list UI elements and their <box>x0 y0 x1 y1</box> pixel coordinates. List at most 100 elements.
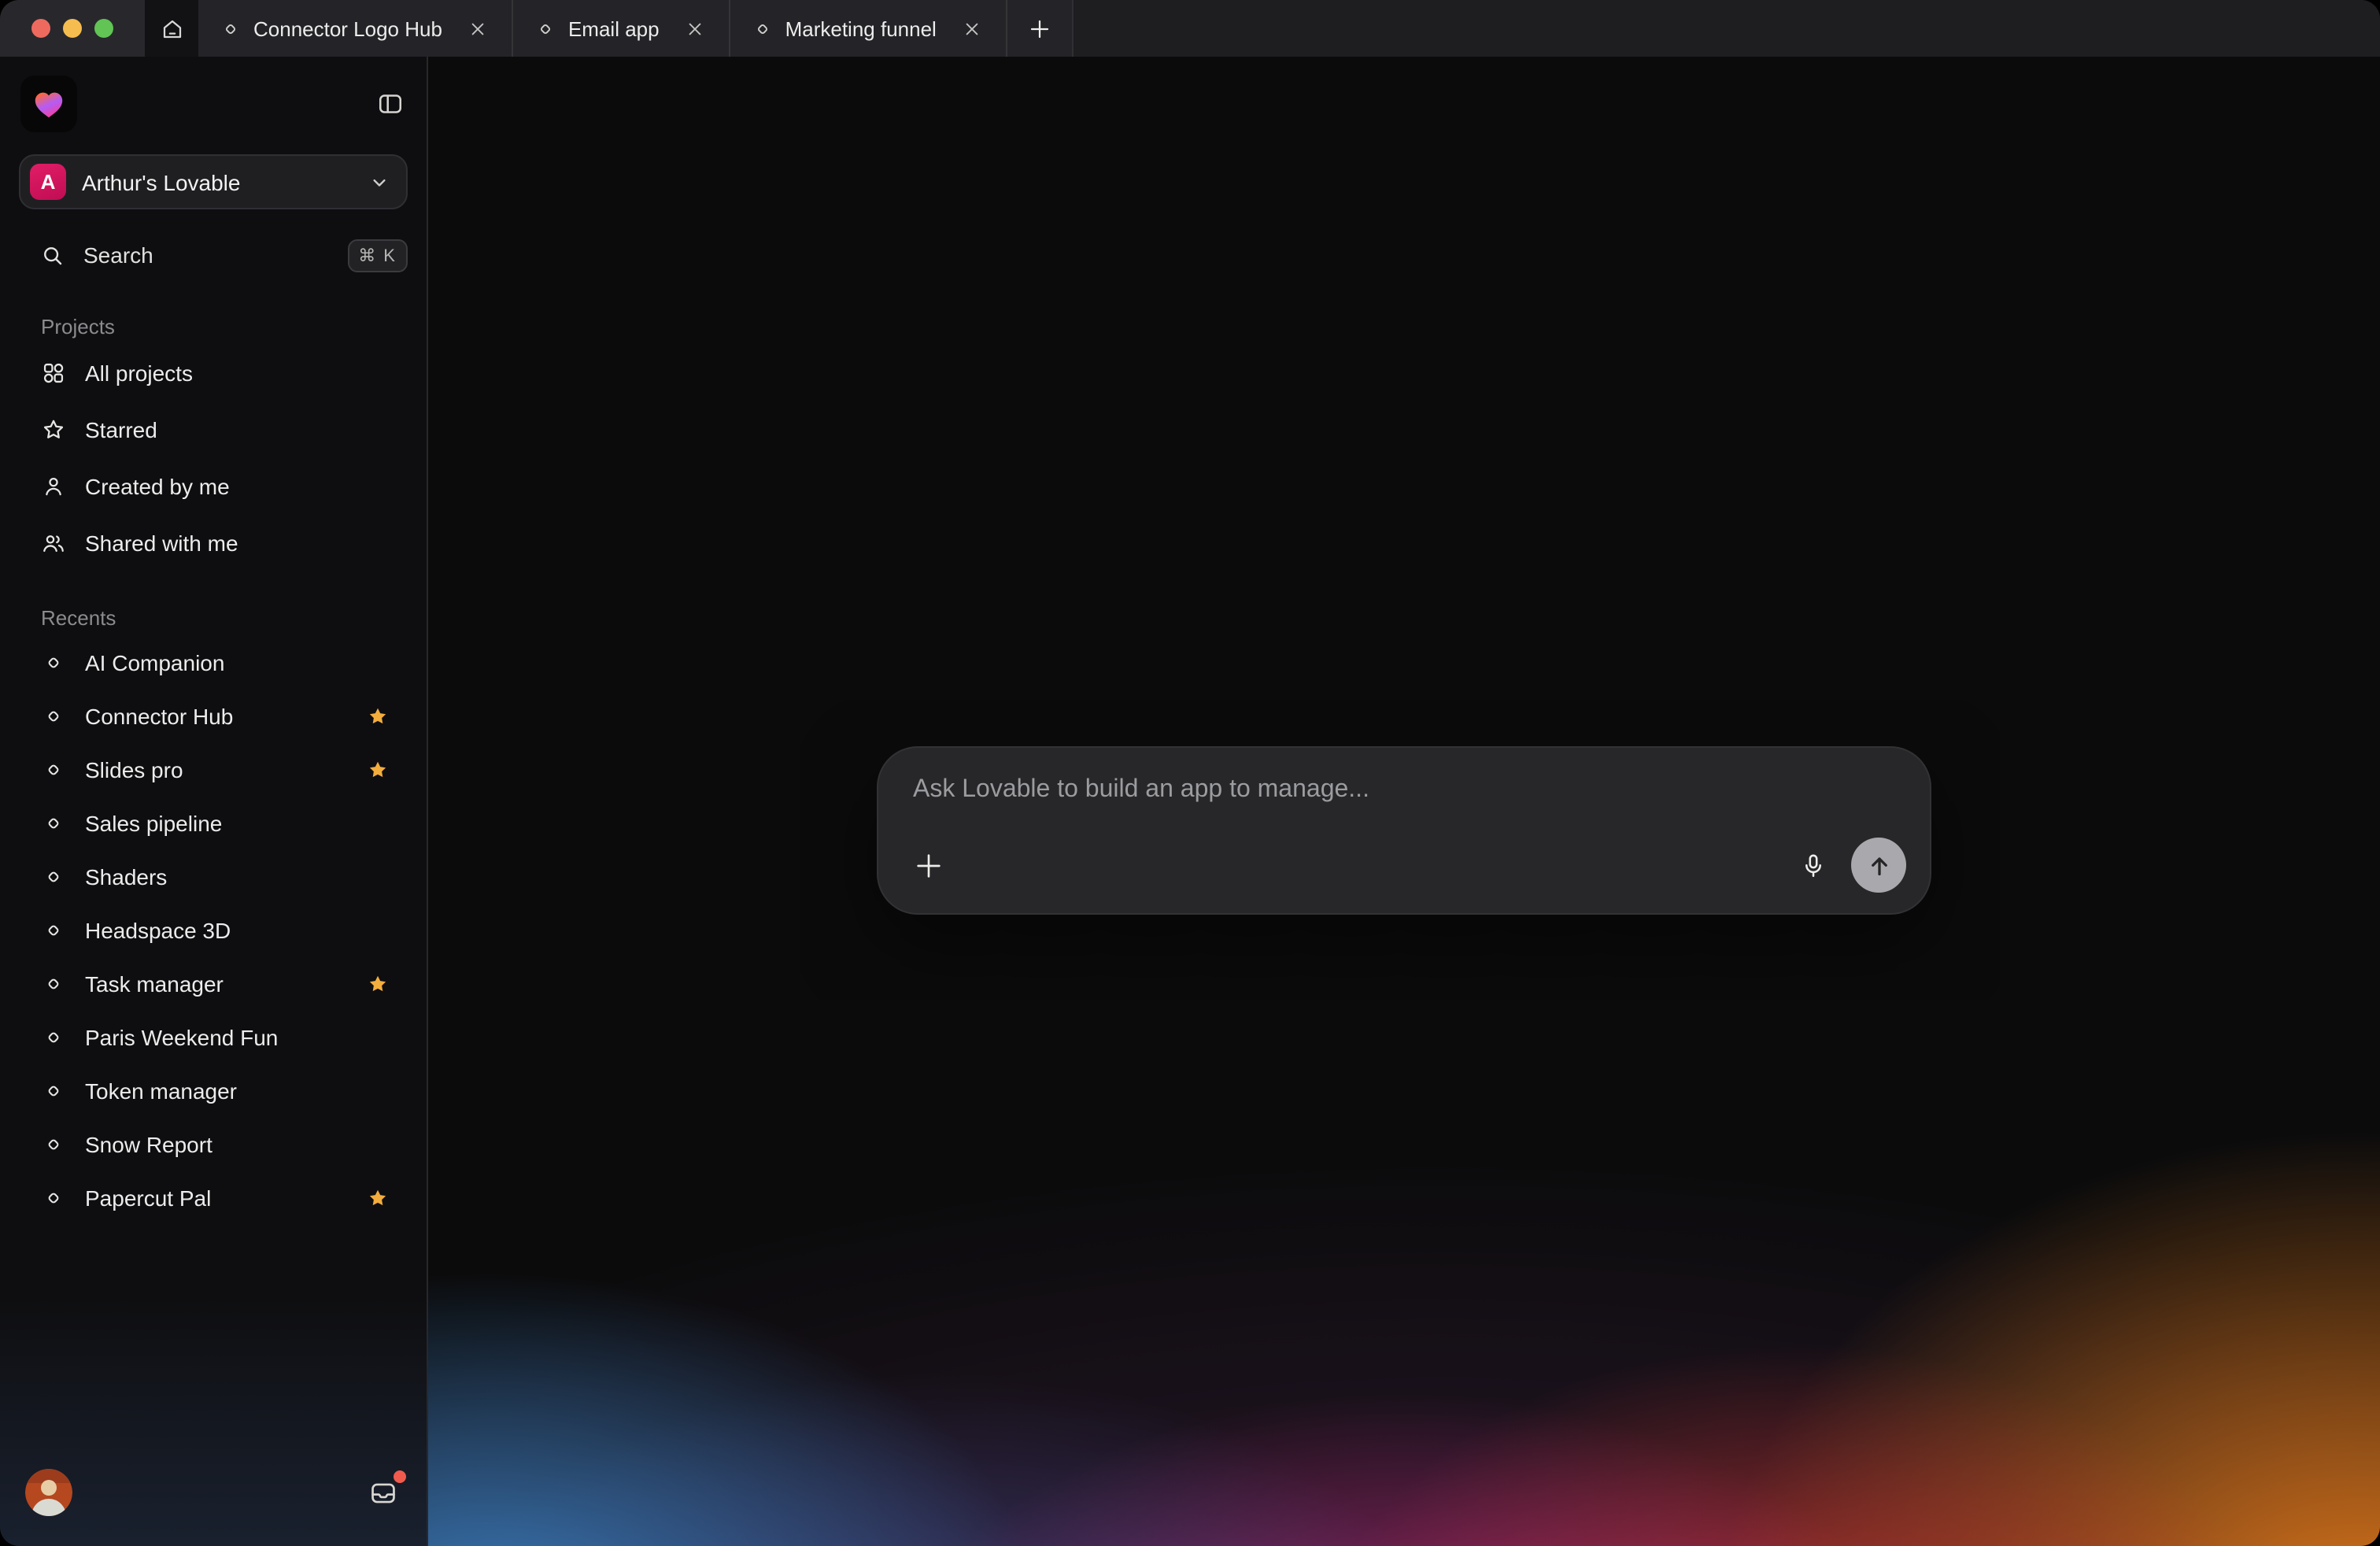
traffic-lights <box>0 0 145 57</box>
recent-project-item[interactable]: Shaders <box>0 850 427 904</box>
minimize-window-button[interactable] <box>63 19 82 38</box>
sidebar-item-label: Created by me <box>85 474 408 499</box>
workspace-selector[interactable]: A Arthur's Lovable <box>19 154 408 209</box>
recent-project-item[interactable]: Headspace 3D <box>0 904 427 957</box>
notification-dot <box>394 1470 406 1482</box>
project-diamond-icon <box>41 1134 66 1156</box>
users-icon <box>41 531 66 556</box>
project-tab[interactable]: Email app <box>513 0 730 57</box>
plus-icon <box>913 849 944 881</box>
recent-project-label: AI Companion <box>85 650 408 675</box>
recent-project-label: Papercut Pal <box>85 1185 367 1211</box>
user-avatar[interactable] <box>25 1469 72 1516</box>
recent-project-label: Headspace 3D <box>85 918 408 943</box>
recent-project-label: Token manager <box>85 1078 408 1104</box>
microphone-icon <box>1799 851 1828 879</box>
arrow-up-icon <box>1864 851 1893 879</box>
user-icon <box>41 474 66 499</box>
home-icon <box>160 17 183 40</box>
sidebar-item-shared-with-me[interactable]: Shared with me <box>0 515 427 571</box>
project-diamond-icon <box>41 973 66 995</box>
project-diamond-icon <box>41 759 66 781</box>
project-tab[interactable]: Connector Logo Hub <box>198 0 513 57</box>
workspace-avatar: A <box>30 164 66 200</box>
search-label: Search <box>83 242 347 268</box>
sidebar-item-label: All projects <box>85 361 408 386</box>
search-button[interactable]: Search ⌘ K <box>0 230 427 280</box>
tab-label: Marketing funnel <box>785 17 937 40</box>
recent-project-label: Snow Report <box>85 1132 408 1157</box>
submit-prompt-button[interactable] <box>1851 838 1906 893</box>
tab-label: Email app <box>568 17 660 40</box>
prompt-composer <box>877 746 1931 915</box>
project-diamond-icon <box>535 18 556 39</box>
home-tab[interactable] <box>145 0 198 57</box>
starred-star-icon <box>367 973 389 995</box>
project-tab[interactable]: Marketing funnel <box>730 0 1007 57</box>
sidebar-item-all-projects[interactable]: All projects <box>0 345 427 401</box>
project-diamond-icon <box>41 1080 66 1102</box>
recent-project-item[interactable]: Slides pro <box>0 743 427 797</box>
recent-project-item[interactable]: AI Companion <box>0 636 427 690</box>
all-projects-grid-icon <box>41 361 66 386</box>
search-icon <box>41 243 65 267</box>
new-tab-button[interactable] <box>1007 0 1074 57</box>
main-area <box>428 57 2380 1546</box>
sidebar-item-label: Shared with me <box>85 531 408 556</box>
zoom-window-button[interactable] <box>94 19 113 38</box>
project-diamond-icon <box>41 1026 66 1049</box>
sidebar-item-created-by-me[interactable]: Created by me <box>0 458 427 515</box>
tab-close-icon[interactable] <box>464 14 493 43</box>
tab-list: Connector Logo Hub Email app <box>198 0 1007 57</box>
starred-star-icon <box>367 1187 389 1209</box>
tab-label: Connector Logo Hub <box>253 17 442 40</box>
recent-project-item[interactable]: Token manager <box>0 1064 427 1118</box>
starred-star-icon <box>367 705 389 727</box>
app-window: Connector Logo Hub Email app <box>0 0 2380 1546</box>
project-diamond-icon <box>41 1187 66 1209</box>
recent-project-label: Paris Weekend Fun <box>85 1025 408 1050</box>
project-diamond-icon <box>41 866 66 888</box>
projects-section-title: Projects <box>41 315 427 338</box>
recent-project-label: Sales pipeline <box>85 811 408 836</box>
recent-project-label: Connector Hub <box>85 704 367 729</box>
plus-icon <box>1028 17 1051 40</box>
starred-star-icon <box>367 759 389 781</box>
recent-project-item[interactable]: Sales pipeline <box>0 797 427 850</box>
project-diamond-icon <box>752 18 773 39</box>
inbox-button[interactable] <box>365 1474 401 1511</box>
panel-left-icon <box>376 90 405 118</box>
tab-close-icon[interactable] <box>682 14 710 43</box>
recent-project-item[interactable]: Snow Report <box>0 1118 427 1171</box>
project-diamond-icon <box>41 652 66 674</box>
tab-close-icon[interactable] <box>959 14 987 43</box>
recent-project-label: Shaders <box>85 864 408 890</box>
sidebar-collapse-button[interactable] <box>376 90 405 118</box>
star-outline-icon <box>41 417 66 442</box>
search-shortcut-badge: ⌘ K <box>347 239 408 272</box>
recents-section-title: Recents <box>41 606 427 630</box>
recent-project-item[interactable]: Paris Weekend Fun <box>0 1011 427 1064</box>
recent-project-item[interactable]: Connector Hub <box>0 690 427 743</box>
project-diamond-icon <box>41 705 66 727</box>
project-diamond-icon <box>41 919 66 941</box>
recent-project-item[interactable]: Papercut Pal <box>0 1171 427 1225</box>
chevron-down-icon <box>368 171 390 193</box>
attach-button[interactable] <box>913 849 944 881</box>
sidebar-item-label: Starred <box>85 417 408 442</box>
recent-project-label: Task manager <box>85 971 367 997</box>
tab-bar-empty-area <box>1074 0 2380 57</box>
recent-project-label: Slides pro <box>85 757 367 782</box>
dictate-button[interactable] <box>1799 851 1828 879</box>
recent-project-item[interactable]: Task manager <box>0 957 427 1011</box>
sidebar-footer <box>0 1448 427 1546</box>
sidebar-item-starred[interactable]: Starred <box>0 401 427 458</box>
project-diamond-icon <box>220 18 241 39</box>
workspace-name: Arthur's Lovable <box>82 169 368 194</box>
close-window-button[interactable] <box>31 19 50 38</box>
lovable-logo[interactable] <box>20 76 77 132</box>
sidebar: A Arthur's Lovable Search ⌘ K Projects <box>0 57 428 1546</box>
tab-bar: Connector Logo Hub Email app <box>0 0 2380 57</box>
project-diamond-icon <box>41 812 66 834</box>
inbox-icon <box>368 1478 398 1507</box>
